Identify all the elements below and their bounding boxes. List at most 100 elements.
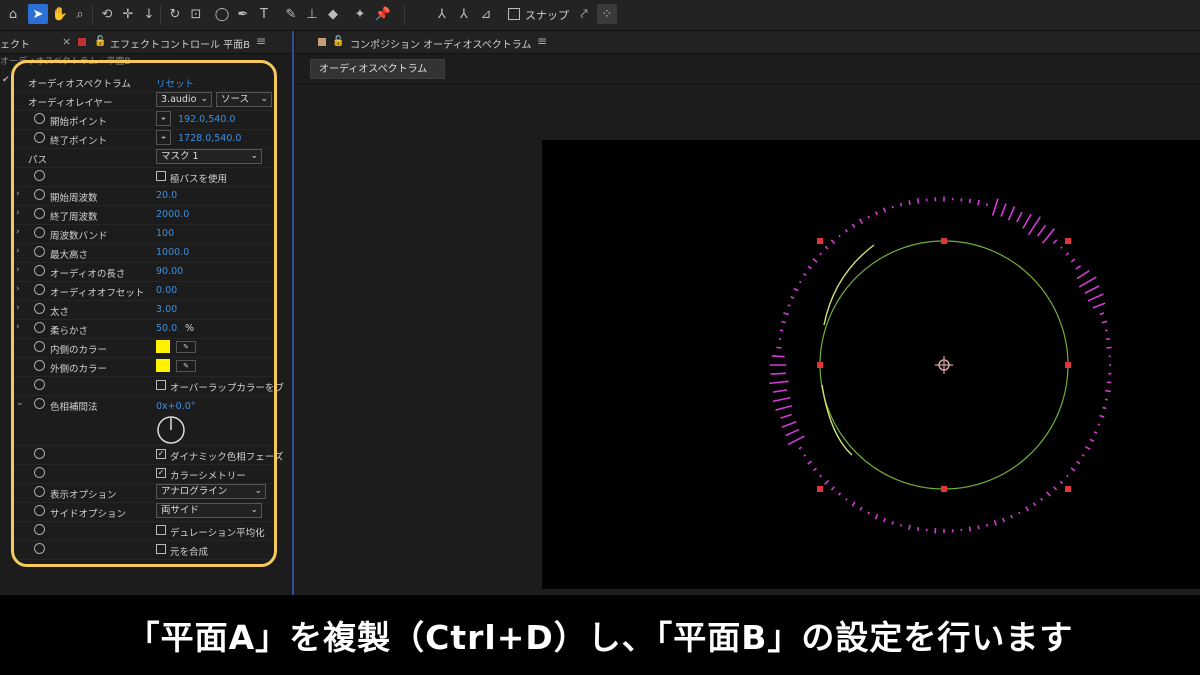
stopwatch-icon[interactable] [34,505,45,516]
clone-stamp-icon[interactable]: ⊥ [302,4,322,24]
view-axis-icon[interactable]: ⊿ [476,4,496,24]
property-value[interactable]: 50.0 [156,323,177,334]
stopwatch-icon[interactable] [34,265,45,276]
hue-interpolation-value[interactable]: 0x+0.0° [156,401,195,412]
end-point-value[interactable]: 1728.0,540.0 [178,133,241,144]
property-value[interactable]: 2000.0 [156,209,189,220]
stopwatch-icon[interactable] [34,448,45,459]
stopwatch-icon[interactable] [34,246,45,257]
stopwatch-icon[interactable] [34,467,45,478]
stopwatch-icon[interactable] [34,208,45,219]
spectrum-bar [874,513,879,520]
chevron-right-icon[interactable]: › [16,322,20,332]
chevron-right-icon[interactable]: › [16,284,20,294]
color-symmetry-checkbox[interactable]: ✓ [156,468,166,478]
property-value[interactable]: 20.0 [156,190,177,201]
property-value[interactable]: 100 [156,228,174,239]
snap-grid-icon[interactable]: ⁘ [597,4,617,24]
audio-layer-dropdown[interactable]: 3.audio ⌄ [156,92,212,107]
blend-overlap-checkbox[interactable] [156,380,166,390]
effects-tab-fragment[interactable]: ェクト [0,36,30,51]
lock-icon[interactable]: 🔓 [94,36,106,47]
spectrum-bar [798,446,803,450]
puppet-pin-icon[interactable]: 📌 [373,4,393,24]
hand-icon[interactable]: ✋ [50,4,70,24]
composite-on-original-checkbox[interactable] [156,544,166,554]
pan-icon[interactable]: ✛ [118,4,138,24]
zoom-icon[interactable]: ⌕ [70,4,90,24]
audio-source-dropdown[interactable]: ソース ⌄ [216,92,272,107]
polar-path-checkbox[interactable] [156,171,166,181]
chevron-right-icon[interactable]: › [16,208,20,218]
pen-icon[interactable]: ✒ [233,4,253,24]
reset-link[interactable]: リセット [156,76,194,90]
stopwatch-icon[interactable] [34,303,45,314]
start-point-value[interactable]: 192.0,540.0 [178,114,235,125]
effect-controls-tab[interactable]: エフェクトコントロール 平面B [110,36,250,51]
side-options-dropdown[interactable]: 両サイド ⌄ [156,503,262,518]
close-icon[interactable]: × [62,35,71,48]
stopwatch-icon[interactable] [34,227,45,238]
local-axis-icon[interactable]: ⅄ [432,4,452,24]
stopwatch-icon[interactable] [34,486,45,497]
crosshair-icon[interactable]: ⌖ [156,130,171,145]
world-axis-icon[interactable]: ⅄ [454,4,474,24]
eraser-icon[interactable]: ◆ [323,4,343,24]
composition-tab[interactable]: コンポジション オーディオスペクトラム [350,36,531,51]
chevron-down-icon[interactable]: ✔ [2,75,10,85]
stopwatch-icon[interactable] [34,543,45,554]
display-options-dropdown[interactable]: アナログライン ⌄ [156,484,266,499]
stopwatch-icon[interactable] [34,113,45,124]
stopwatch-icon[interactable] [34,284,45,295]
angle-dial-icon[interactable] [156,415,186,445]
spectrum-bar [1022,213,1032,229]
pan-behind-icon[interactable]: ⊡ [186,4,206,24]
stopwatch-icon[interactable] [34,524,45,535]
stopwatch-icon[interactable] [34,189,45,200]
chevron-right-icon[interactable]: › [16,246,20,256]
chevron-right-icon[interactable]: › [16,189,20,199]
orbit-icon[interactable]: ⟲ [97,4,117,24]
lock-icon[interactable]: 🔓 [332,36,344,47]
chevron-down-icon[interactable]: ⌄ [16,398,24,408]
eyedropper-icon[interactable]: ✎ [176,360,196,372]
property-value[interactable]: 0.00 [156,285,177,296]
composition-viewer[interactable] [542,140,1200,589]
composition-name-button[interactable]: オーディオスペクトラム [310,59,445,79]
selection-arrow-icon[interactable]: ➤ [28,4,48,24]
spectrum-bar [985,523,989,527]
stopwatch-icon[interactable] [34,170,45,181]
dynamic-hue-checkbox[interactable]: ✓ [156,449,166,459]
panel-menu-icon[interactable]: ≡ [256,34,266,48]
inside-color-swatch[interactable] [156,340,170,353]
eyedropper-icon[interactable]: ✎ [176,341,196,353]
property-value[interactable]: 90.00 [156,266,183,277]
dolly-icon[interactable]: ↓ [139,4,159,24]
ellipse-icon[interactable]: ◯ [212,4,232,24]
home-icon[interactable]: ⌂ [3,4,23,24]
type-icon[interactable]: T [254,4,274,24]
roto-brush-icon[interactable]: ✦ [350,4,370,24]
brush-icon[interactable]: ✎ [281,4,301,24]
stopwatch-icon[interactable] [34,341,45,352]
stopwatch-icon[interactable] [34,379,45,390]
path-dropdown[interactable]: マスク 1 ⌄ [156,149,262,164]
chevron-right-icon[interactable]: › [16,303,20,313]
spectrum-bar [991,198,999,216]
spectrum-bar [793,287,799,292]
stopwatch-icon[interactable] [34,398,45,409]
stopwatch-icon[interactable] [34,322,45,333]
crosshair-icon[interactable]: ⌖ [156,111,171,126]
property-value[interactable]: 1000.0 [156,247,189,258]
property-value[interactable]: 3.00 [156,304,177,315]
panel-menu-icon[interactable]: ≡ [537,34,547,48]
snap-option-icon[interactable]: ⤤ [574,4,594,24]
rotate-icon[interactable]: ↻ [165,4,185,24]
outside-color-swatch[interactable] [156,359,170,372]
chevron-right-icon[interactable]: › [16,265,20,275]
duration-averaging-checkbox[interactable] [156,525,166,535]
snap-checkbox[interactable] [508,8,520,20]
stopwatch-icon[interactable] [34,132,45,143]
stopwatch-icon[interactable] [34,360,45,371]
chevron-right-icon[interactable]: › [16,227,20,237]
